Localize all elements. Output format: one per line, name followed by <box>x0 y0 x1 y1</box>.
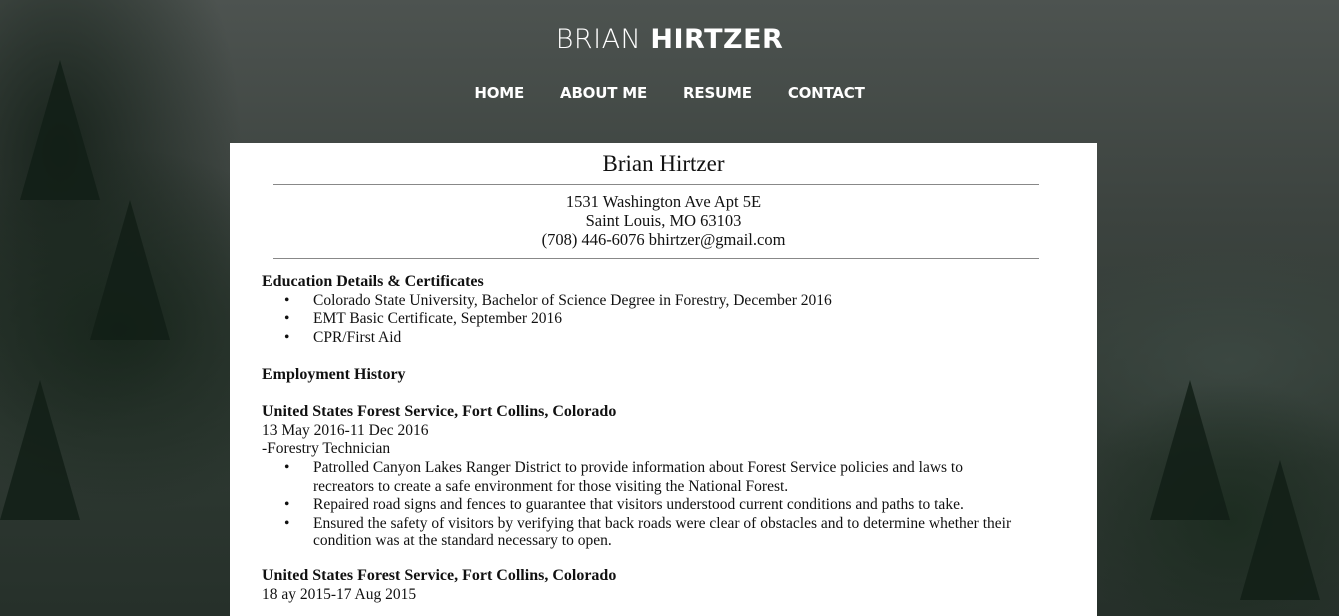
nav-about-me[interactable]: ABOUT ME <box>560 84 647 102</box>
employment-heading: Employment History <box>262 365 406 383</box>
education-heading: Education Details & Certificates <box>262 273 484 290</box>
brand-first-name: BRIAN <box>555 24 642 55</box>
job-employer: United States Forest Service, Fort Colli… <box>262 567 617 585</box>
resume-address: 1531 Washington Ave Apt 5E Saint Louis, … <box>230 192 1097 249</box>
nav-contact[interactable]: CONTACT <box>788 84 865 102</box>
job-dates: 18 ay 2015-17 Aug 2015 <box>262 585 417 603</box>
address-line-2: Saint Louis, MO 63103 <box>585 211 742 230</box>
brand-last-name: HIRTZER <box>650 24 784 55</box>
job-duties-list: Patrolled Canyon Lakes Ranger District t… <box>262 459 1062 549</box>
tree-silhouette <box>0 380 80 520</box>
address-line-1: 1531 Washington Ave Apt 5E <box>565 192 762 211</box>
job-dates: 13 May 2016-11 Dec 2016 <box>262 421 429 439</box>
list-item: Ensured the safety of visitors by verify… <box>284 515 1053 549</box>
contact-line: (708) 446-6076 bhirtzer@gmail.com <box>541 230 786 249</box>
nav-resume[interactable]: RESUME <box>683 84 752 102</box>
list-item: EMT Basic Certificate, September 2016 <box>284 310 1062 329</box>
job-title: -Forestry Technician <box>262 440 391 458</box>
list-item: CPR/First Aid <box>284 329 1062 348</box>
resume-document: Brian Hirtzer 1531 Washington Ave Apt 5E… <box>230 143 1097 616</box>
site-header: BRIAN HIRTZER HOME ABOUT ME RESUME CONTA… <box>0 0 1339 143</box>
resume-name: Brian Hirtzer <box>602 151 725 176</box>
tree-silhouette <box>1150 380 1230 520</box>
list-item: Patrolled Canyon Lakes Ranger District t… <box>284 459 1025 496</box>
list-item: Repaired road signs and fences to guaran… <box>284 496 1003 515</box>
resume-body: Education Details & Certificates Colorad… <box>262 273 1062 605</box>
main-nav: HOME ABOUT ME RESUME CONTACT <box>0 84 1339 102</box>
list-item: Colorado State University, Bachelor of S… <box>284 292 1062 311</box>
tree-silhouette <box>1240 460 1320 600</box>
divider <box>273 184 1039 185</box>
job-employer: United States Forest Service, Fort Colli… <box>262 403 617 421</box>
tree-silhouette <box>90 200 170 340</box>
divider <box>273 258 1039 259</box>
site-logo[interactable]: BRIAN HIRTZER <box>0 24 1339 55</box>
nav-home[interactable]: HOME <box>474 84 524 102</box>
education-list: Colorado State University, Bachelor of S… <box>262 292 1062 348</box>
